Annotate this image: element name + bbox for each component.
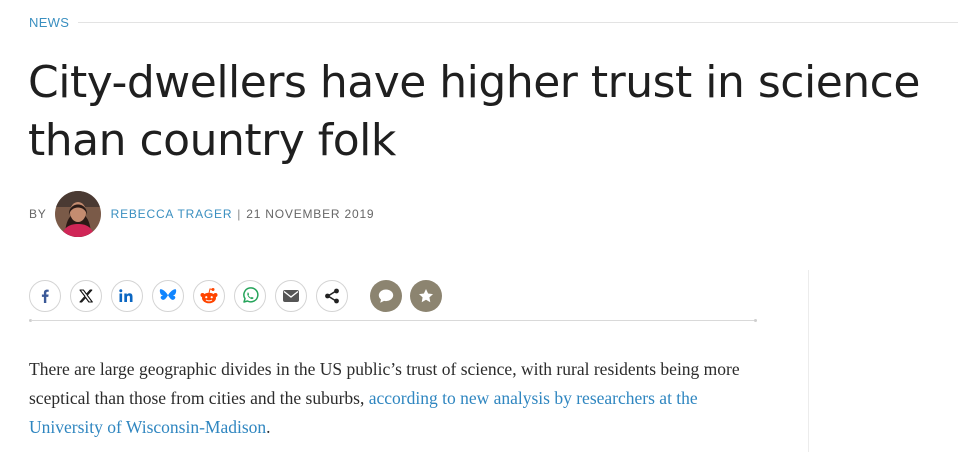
byline-separator: |: [237, 207, 242, 221]
share-linkedin-button[interactable]: [111, 280, 143, 312]
share-divider: [29, 319, 757, 323]
section-divider: [78, 21, 958, 23]
share-x-button[interactable]: [70, 280, 102, 312]
facebook-icon: [41, 289, 49, 303]
bookmark-button[interactable]: [410, 280, 442, 312]
comments-button[interactable]: [370, 280, 402, 312]
email-icon: [283, 290, 299, 302]
article-headline: City-dwellers have higher trust in scien…: [28, 57, 920, 166]
body-text-end: .: [266, 417, 271, 437]
byline-prefix: BY: [29, 207, 47, 221]
share-more-button[interactable]: [316, 280, 348, 312]
reddit-icon: [200, 288, 218, 304]
whatsapp-icon: [243, 287, 259, 303]
comment-icon: [378, 289, 394, 303]
share-reddit-button[interactable]: [193, 280, 225, 312]
publish-date: 21 NOVEMBER 2019: [246, 207, 375, 221]
author-link[interactable]: REBECCA TRAGER: [111, 207, 233, 221]
article-body-paragraph: There are large geographic divides in th…: [29, 355, 769, 442]
star-icon: [419, 289, 433, 303]
share-whatsapp-button[interactable]: [234, 280, 266, 312]
share-facebook-button[interactable]: [29, 280, 61, 312]
share-bar: [29, 278, 442, 314]
share-icon: [325, 288, 339, 304]
sidebar-divider: [808, 270, 809, 452]
section-header: NEWS: [29, 12, 958, 32]
share-email-button[interactable]: [275, 280, 307, 312]
x-icon: [79, 289, 93, 303]
share-bluesky-button[interactable]: [152, 280, 184, 312]
linkedin-icon: [119, 289, 133, 302]
author-avatar[interactable]: [54, 191, 101, 237]
section-tag-news[interactable]: NEWS: [29, 15, 69, 30]
bluesky-icon: [159, 289, 177, 300]
byline: BY REBECCA TRAGER | 21 NOVEMBER 2019: [29, 191, 374, 237]
